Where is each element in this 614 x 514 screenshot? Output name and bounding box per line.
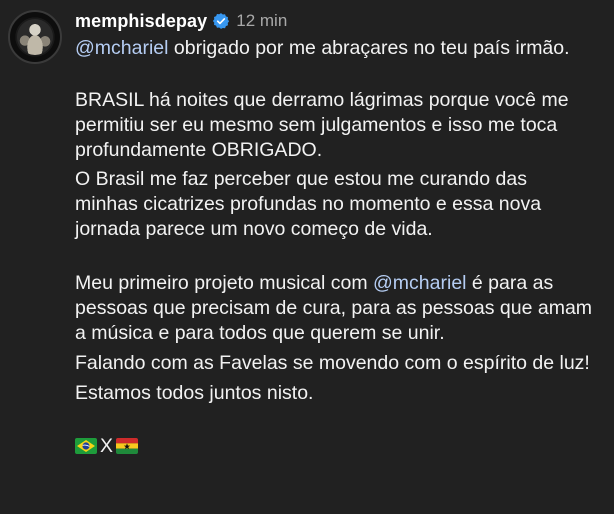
caption-text: Meu primeiro projeto musical com — [75, 272, 374, 294]
post-timestamp: 12 min — [236, 11, 288, 30]
caption-paragraph-5: Falando com as Favelas se movendo com o … — [75, 352, 590, 374]
mention-link[interactable]: @mchariel — [373, 272, 466, 294]
post-caption: @mchariel obrigado por me abraçares no t… — [75, 36, 595, 459]
caption-text: obrigado por me abraçares no teu país ir… — [168, 37, 570, 59]
caption-paragraph-2: BRASIL há noites que derramo lágrimas po… — [75, 89, 569, 161]
caption-paragraph-6: Estamos todos juntos nisto. — [75, 382, 314, 404]
profile-avatar[interactable] — [8, 10, 62, 64]
ghana-flag-icon — [116, 438, 139, 454]
caption-paragraph-1: @mchariel obrigado por me abraçares no t… — [75, 36, 595, 61]
post-container: memphisdepay 12 min @mchariel obrigado p… — [0, 0, 614, 514]
brazil-flag-icon — [75, 438, 97, 454]
mention-link[interactable]: @mchariel — [75, 37, 168, 59]
avatar-image — [17, 19, 53, 55]
post-header: memphisdepay 12 min — [75, 9, 287, 33]
caption-paragraph-4: Meu primeiro projeto musical com @mchari… — [75, 271, 595, 346]
caption-paragraph-3: O Brasil me faz perceber que estou me cu… — [75, 168, 542, 240]
emoji-line: X — [75, 433, 595, 459]
username-link[interactable]: memphisdepay — [75, 11, 207, 32]
verified-badge-icon — [213, 13, 230, 29]
flag-separator: X — [100, 434, 114, 457]
